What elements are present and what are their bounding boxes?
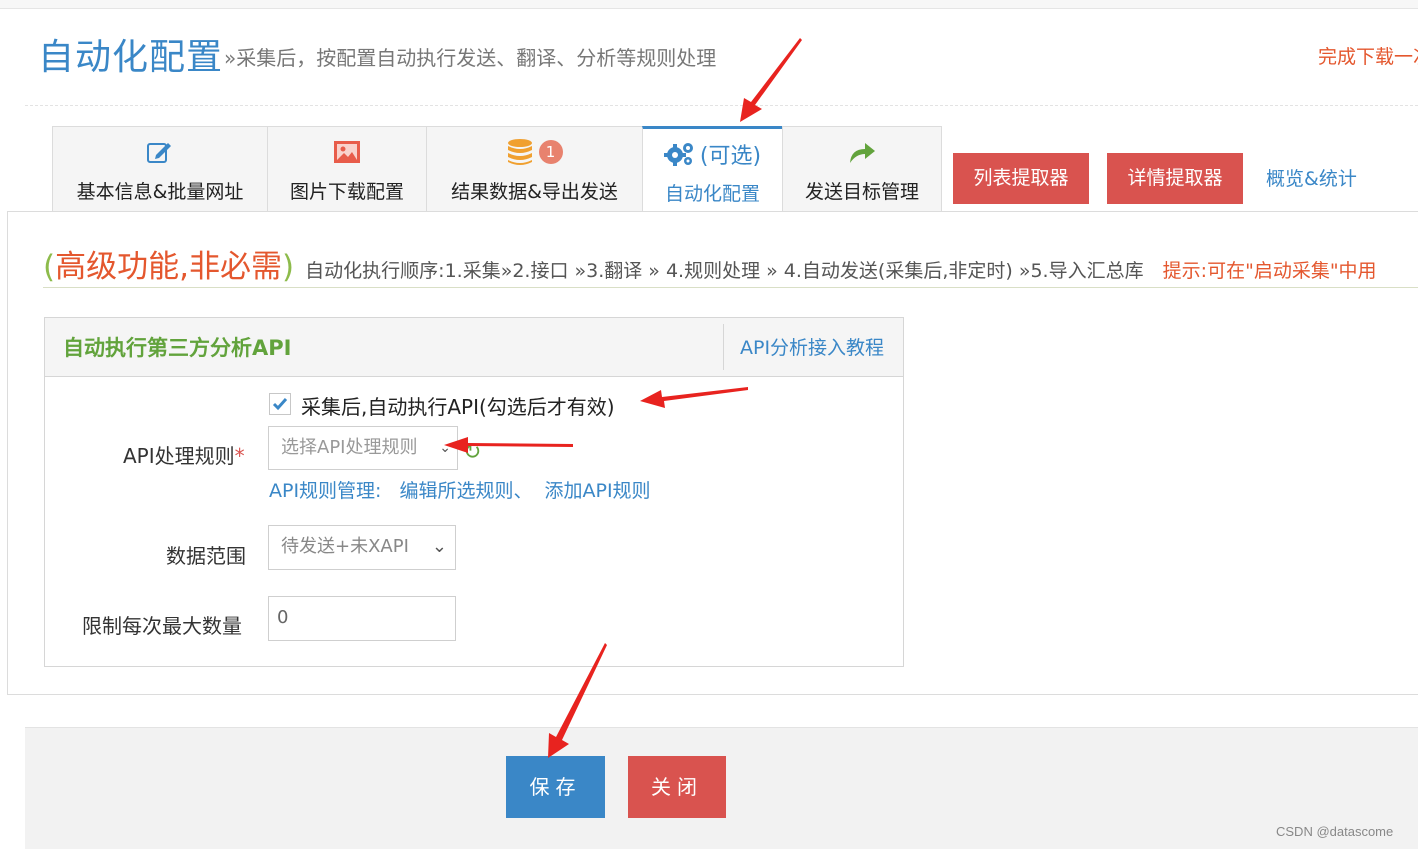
tab-image-download[interactable]: 图片下载配置 — [267, 126, 426, 212]
advanced-header: (高级功能,非必需) 自动化执行顺序:1.采集»2.接口 »3.翻译 » 4.规… — [43, 241, 1377, 286]
tab-optional-note: (可选) — [699, 144, 762, 169]
tab-label: 结果数据&导出发送 — [451, 181, 618, 203]
advanced-paren-close: ) — [281, 249, 295, 285]
gears-icon — [663, 143, 693, 166]
data-range-label: 数据范围 — [166, 544, 246, 568]
page-subtitle: »采集后，按配置自动执行发送、翻译、分析等规则处理 — [224, 46, 717, 70]
panel-title: 自动执行第三方分析API — [63, 336, 292, 360]
header-divider — [25, 105, 1418, 106]
tip-text: 提示:可在"启动采集"中用 — [1162, 260, 1377, 282]
detail-extractor-button[interactable]: 详情提取器 — [1107, 153, 1243, 204]
api-rule-select[interactable]: 选择API处理规则 ⌄ — [268, 426, 458, 470]
chevron-down-icon: ⌄ — [431, 536, 447, 557]
max-count-label: 限制每次最大数量 — [82, 614, 242, 638]
page-title: 自动化配置 — [38, 37, 224, 78]
execution-order-text: 自动化执行顺序:1.采集»2.接口 »3.翻译 » 4.规则处理 » 4.自动发… — [305, 260, 1144, 282]
image-icon — [334, 141, 360, 163]
advanced-title: 高级功能,非必需 — [55, 249, 282, 285]
data-range-value: 待发送+未XAPI — [281, 536, 409, 557]
api-rule-placeholder: 选择API处理规则 — [281, 437, 418, 458]
database-icon — [507, 139, 532, 165]
data-range-select[interactable]: 待发送+未XAPI ⌄ — [268, 525, 456, 570]
max-count-value: 0 — [277, 607, 289, 628]
panel-header: 自动执行第三方分析API API分析接入教程 — [45, 318, 903, 377]
tab-badge: 1 — [538, 140, 563, 164]
tab-label: 图片下载配置 — [289, 181, 404, 203]
max-count-input[interactable]: 0 — [268, 596, 456, 641]
tab-label: 自动化配置 — [664, 183, 760, 205]
list-extractor-button[interactable]: 列表提取器 — [953, 153, 1089, 204]
tab-result-data[interactable]: 1 结果数据&导出发送 — [426, 126, 642, 212]
tab-basic-info[interactable]: 基本信息&批量网址 — [52, 126, 267, 212]
rule-links-row: API规则管理: 编辑所选规则、 添加API规则 — [269, 476, 669, 503]
advanced-paren-open: ( — [43, 249, 56, 285]
top-bar — [0, 0, 1418, 9]
api-panel: 自动执行第三方分析API API分析接入教程 采集后,自动执行API(勾选后才有… — [44, 317, 904, 667]
tab-bar: 基本信息&批量网址 图片下载配置 1 结果数据&导出发送 (可选) 自动化配置 … — [52, 126, 942, 214]
api-rule-label: API处理规则* — [123, 440, 245, 469]
save-button[interactable]: 保存 — [506, 756, 605, 818]
advanced-divider — [43, 287, 1418, 288]
auto-api-checkbox-label[interactable]: 采集后,自动执行API(勾选后才有效) — [301, 391, 615, 420]
tab-send-target[interactable]: 发送目标管理 — [782, 126, 942, 212]
rule-manage-label: API规则管理: — [269, 480, 382, 502]
tab-label: 基本信息&批量网址 — [76, 181, 244, 203]
edit-rule-link[interactable]: 编辑所选规则、 — [399, 480, 532, 502]
tab-automation[interactable]: (可选) 自动化配置 — [642, 126, 782, 214]
download-status-link[interactable]: 完成下载一次 — [1318, 42, 1418, 69]
panel-header-divider — [723, 324, 724, 370]
api-tutorial-link[interactable]: API分析接入教程 — [740, 333, 884, 360]
tab-label: 发送目标管理 — [804, 181, 919, 203]
arrow-to-tab — [740, 38, 802, 122]
close-button[interactable]: 关闭 — [628, 756, 726, 818]
chevron-down-icon: ⌄ — [439, 440, 451, 456]
overview-stats-link[interactable]: 概览&统计 — [1266, 164, 1357, 191]
edit-icon — [147, 143, 171, 163]
api-rule-label-text: API处理规则 — [123, 444, 235, 468]
add-rule-link[interactable]: 添加API规则 — [544, 480, 650, 502]
required-mark: * — [234, 444, 245, 468]
auto-api-checkbox[interactable] — [269, 393, 291, 415]
refresh-icon[interactable]: ↻ — [463, 440, 481, 465]
share-arrow-icon — [850, 143, 875, 163]
watermark: CSDN @datascome — [1276, 824, 1394, 839]
check-icon — [272, 398, 288, 411]
